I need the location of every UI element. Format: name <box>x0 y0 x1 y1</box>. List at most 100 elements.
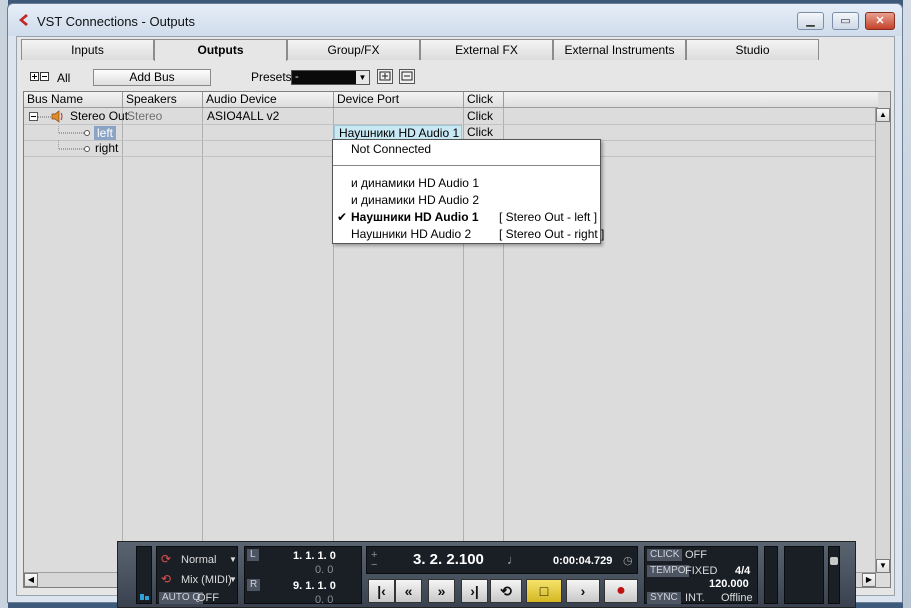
bus-name-stereo-out[interactable]: Stereo Out <box>70 109 128 124</box>
store-preset-icon[interactable] <box>377 69 393 84</box>
add-bus-button[interactable]: Add Bus <box>93 69 211 86</box>
sync-status: Offline <box>721 592 753 604</box>
position-bars[interactable]: 3. 2. 2.100 <box>413 552 484 567</box>
tab-external-instruments[interactable]: External Instruments <box>553 39 686 60</box>
header-bus-name[interactable]: Bus Name <box>24 92 123 108</box>
speaker-icon <box>51 110 63 123</box>
audio-device-asio4all[interactable]: ASIO4ALL v2 <box>207 109 279 124</box>
remove-preset-icon[interactable] <box>399 69 415 84</box>
clock-icon: ◷ <box>623 555 633 567</box>
chevron-down-icon: ▼ <box>356 71 369 84</box>
sync-label[interactable]: SYNC <box>647 592 681 604</box>
expand-collapse-all-icon[interactable] <box>30 72 50 82</box>
play-button[interactable]: › <box>566 579 600 603</box>
close-button[interactable]: ✕ <box>865 12 895 30</box>
header-device-port[interactable]: Device Port <box>334 92 464 108</box>
meter-strip <box>764 546 778 604</box>
meter-bar <box>140 594 144 600</box>
record-mode-icon: ⟳ <box>161 552 172 566</box>
meter-bar <box>145 596 149 600</box>
goto-start-button[interactable]: |‹ <box>368 579 395 603</box>
stop-icon: □ <box>539 583 549 599</box>
tempo-value[interactable]: 120.000 <box>709 578 749 590</box>
click-cell-right[interactable]: Click <box>467 125 493 140</box>
position-time[interactable]: 0:00:04.729 <box>553 555 612 567</box>
maximize-button[interactable]: ▭ <box>832 12 859 30</box>
record-button[interactable]: ● <box>604 579 638 603</box>
menu-item-port[interactable]: и динамики HD Audio 1 <box>351 175 479 191</box>
goto-end-button[interactable]: ›| <box>461 579 488 603</box>
bus-name-right[interactable]: right <box>95 141 118 156</box>
scroll-up-icon[interactable]: ▲ <box>876 108 890 122</box>
menu-item-port-selected[interactable]: Наушники HD Audio 1 <box>351 209 479 225</box>
header-click[interactable]: Click <box>464 92 504 108</box>
device-port-dropdown: Not Connected и динамики HD Audio 1 и ди… <box>332 139 605 244</box>
click-value[interactable]: OFF <box>685 549 707 561</box>
menu-item-port[interactable]: Наушники HD Audio 2 <box>351 226 471 242</box>
presets-value: - <box>295 71 299 83</box>
minimize-button[interactable]: ▁ <box>797 12 824 30</box>
record-icon: ● <box>616 582 626 599</box>
all-label: All <box>57 71 71 85</box>
menu-item-not-connected[interactable]: Not Connected <box>351 141 431 157</box>
device-port-left[interactable]: Наушники HD Audio 1 <box>334 125 462 140</box>
left-locator-label[interactable]: L <box>247 549 259 561</box>
scroll-down-icon[interactable]: ▼ <box>876 559 890 573</box>
tab-studio[interactable]: Studio <box>686 39 819 60</box>
rewind-button[interactable]: « <box>395 579 422 603</box>
left-locator-value[interactable]: 1. 1. 1. 0 <box>293 550 336 562</box>
click-cell[interactable]: Click <box>467 109 493 124</box>
minus-icon[interactable]: − <box>371 559 377 571</box>
record-mode-value[interactable]: Normal <box>181 554 216 566</box>
tab-group-fx[interactable]: Group/FX <box>287 39 420 60</box>
stop-button[interactable]: □ <box>526 579 562 603</box>
speakers-stereo[interactable]: Stereo <box>127 109 162 124</box>
cubase-logo-icon <box>19 14 28 26</box>
cycle-mode-value[interactable]: Mix (MIDI) <box>181 574 232 586</box>
vertical-scrollbar[interactable]: ▲ ▼ <box>875 108 890 573</box>
header-audio-device[interactable]: Audio Device <box>203 92 334 108</box>
marker-panel[interactable] <box>784 546 824 604</box>
record-mode-panel: ⟳ Normal ▼ ⟲ Mix (MIDI) ▼ AUTO Q OFF <box>156 546 238 604</box>
right-locator-label[interactable]: R <box>247 579 261 591</box>
tab-outputs[interactable]: Outputs <box>154 39 287 61</box>
menu-item-assignment: [ Stereo Out - right ] <box>499 227 605 241</box>
skip-end-icon: ›| <box>470 583 479 599</box>
connections-panel: Inputs Outputs Group/FX External FX Exte… <box>16 36 895 596</box>
autoq-value[interactable]: OFF <box>197 592 219 604</box>
scroll-right-icon[interactable]: ▶ <box>862 573 876 587</box>
cpu-meter <box>136 546 152 604</box>
chevron-down-icon[interactable]: ▼ <box>229 574 237 586</box>
column-divider <box>202 108 203 587</box>
cycle-button[interactable]: ⟲ <box>490 579 522 603</box>
menu-separator <box>333 165 600 166</box>
tab-external-fx[interactable]: External FX <box>420 39 553 60</box>
click-label[interactable]: CLICK <box>647 549 683 561</box>
rewind-icon: « <box>404 583 413 599</box>
title-bar[interactable]: VST Connections - Outputs ▁ ▭ ✕ <box>8 4 902 36</box>
sync-mode[interactable]: INT. <box>685 592 705 604</box>
bus-name-left[interactable]: left <box>94 126 117 140</box>
fast-forward-button[interactable]: » <box>428 579 455 603</box>
background-right <box>903 0 911 608</box>
scroll-left-icon[interactable]: ◀ <box>24 573 38 587</box>
right-locator-value[interactable]: 9. 1. 1. 0 <box>293 580 336 592</box>
maximize-icon: ▭ <box>840 15 851 27</box>
master-fader[interactable] <box>828 546 840 604</box>
tempo-label[interactable]: TEMPO <box>647 565 689 577</box>
transport-bar: ⟳ Normal ▼ ⟲ Mix (MIDI) ▼ AUTO Q OFF L 1… <box>117 541 856 608</box>
tempo-mode[interactable]: FIXED <box>685 565 717 577</box>
minimize-icon: ▁ <box>806 15 815 27</box>
chevron-down-icon[interactable]: ▼ <box>229 554 237 566</box>
menu-item-port[interactable]: и динамики HD Audio 2 <box>351 192 479 208</box>
fast-forward-icon: » <box>437 583 446 599</box>
tab-inputs[interactable]: Inputs <box>21 39 154 60</box>
time-signature[interactable]: 4/4 <box>735 565 750 577</box>
header-speakers[interactable]: Speakers <box>123 92 203 108</box>
presets-label: Presets <box>251 70 292 84</box>
fader-handle[interactable] <box>830 557 838 565</box>
window-title: VST Connections - Outputs <box>37 14 196 29</box>
presets-select[interactable]: - ▼ <box>291 70 370 85</box>
close-icon: ✕ <box>875 15 885 27</box>
note-icon: ♩ <box>507 552 520 567</box>
